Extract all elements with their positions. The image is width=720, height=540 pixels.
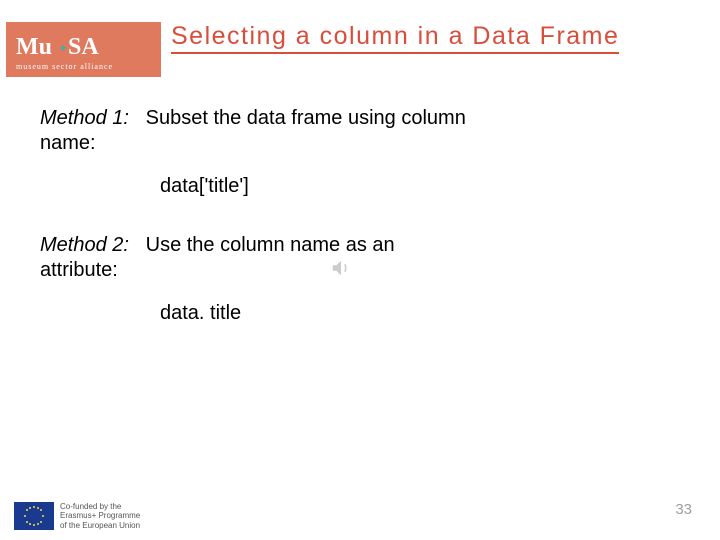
- method-1-code: data['title']: [160, 173, 680, 200]
- svg-text:SA: SA: [68, 34, 99, 60]
- method-2-label: Method 2:: [40, 234, 129, 256]
- musa-logo: Mu SA museum sector alliance: [6, 22, 161, 77]
- method-1-desc-below: name:: [40, 130, 680, 157]
- method-1-block: Method 1: Subset the data frame using co…: [40, 105, 680, 200]
- slide-content: Method 1: Subset the data frame using co…: [0, 77, 720, 327]
- svg-text:museum sector alliance: museum sector alliance: [16, 62, 113, 71]
- eu-cofund-text: Co-funded by the Erasmus+ Programme of t…: [60, 502, 140, 530]
- method-1-label: Method 1:: [40, 107, 129, 129]
- eu-text-line2: Erasmus+ Programme: [60, 511, 140, 520]
- svg-text:Mu: Mu: [16, 34, 52, 60]
- eu-text-line1: Co-funded by the: [60, 502, 140, 511]
- eu-text-line3: of the European Union: [60, 521, 140, 530]
- page-number: 33: [675, 501, 692, 518]
- speaker-icon: [330, 257, 352, 279]
- method-2-desc-below: attribute:: [40, 257, 680, 284]
- eu-flag-icon: [14, 502, 54, 530]
- method-2-desc-inline: Use the column name as an: [146, 234, 395, 256]
- method-1-desc-inline: Subset the data frame using column: [146, 107, 466, 129]
- slide-header: Mu SA museum sector alliance Selecting a…: [0, 0, 720, 77]
- slide-footer: Co-funded by the Erasmus+ Programme of t…: [14, 502, 140, 530]
- slide-title: Selecting a column in a Data Frame: [171, 22, 619, 54]
- method-2-block: Method 2: Use the column name as an attr…: [40, 232, 680, 327]
- method-2-code: data. title: [160, 300, 680, 327]
